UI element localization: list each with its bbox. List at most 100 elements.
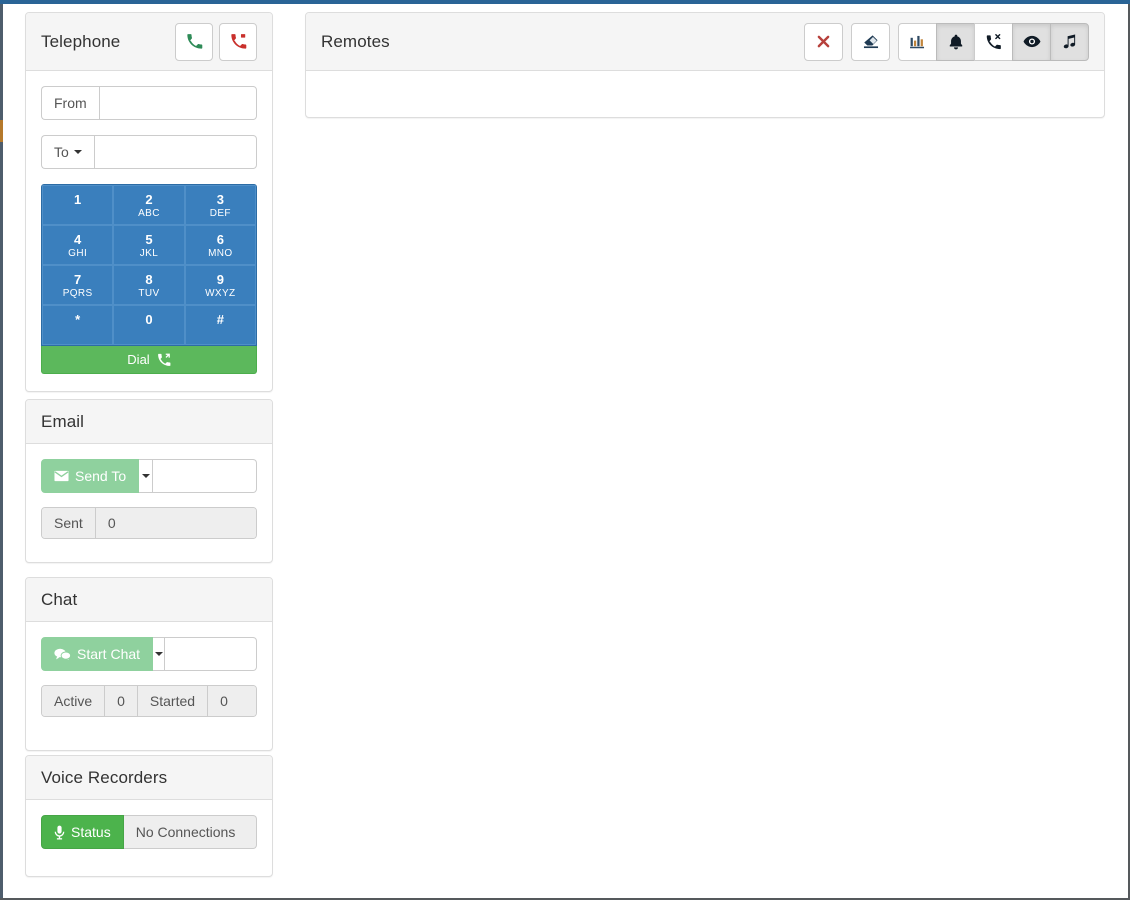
voice-recorder-status-button[interactable]: Status [41,815,124,849]
dialpad-key-digit: 4 [74,232,82,247]
dial-button-label: Dial [127,352,150,367]
chat-panel-title: Chat [41,589,78,609]
dialpad-key[interactable]: 1 [42,185,114,225]
monitor-button[interactable] [1012,22,1051,61]
send-to-button[interactable]: Send To [41,459,140,493]
email-send-row: Send To [41,459,257,493]
dialpad-key-letters: GHI [68,248,88,259]
envelope-icon [54,470,69,482]
from-field-group: From [41,86,257,120]
close-remote-button[interactable] [804,22,843,61]
start-chat-label: Start Chat [77,646,141,662]
caret-down-icon [141,474,150,478]
send-to-label: Send To [75,468,127,484]
dialpad-key[interactable]: # [184,305,256,345]
music-icon [1062,33,1077,50]
chat-panel-body: Start Chat Active 0 Started 0 [26,622,272,732]
telephone-header-actions [175,22,257,61]
remotes-toolbar-group-primary [804,22,843,61]
remotes-panel: Remotes [305,12,1105,118]
dialpad-key-letters: JKL [139,248,159,259]
alerts-button[interactable] [936,22,975,61]
dialpad-key-digit: # [216,312,224,327]
from-input[interactable] [98,86,257,120]
dialpad-key-digit: 7 [74,272,82,287]
chat-panel: Chat Start Chat Active 0 Started 0 [25,577,273,751]
voice-recorder-status-value: No Connections [123,815,257,849]
dialpad-key-digit: 1 [74,192,82,207]
chat-started-value: 0 [208,686,256,716]
hangup-call-button[interactable] [219,22,257,61]
dialpad-key[interactable]: 6 MNO [184,225,256,265]
start-chat-button[interactable]: Start Chat [41,637,154,671]
dialpad-key-letters: TUV [138,288,160,299]
remotes-panel-body [306,71,1104,118]
dialpad-key-digit: * [75,312,81,327]
dial-button[interactable]: Dial [41,346,257,374]
dialpad-key-digit: 5 [145,232,153,247]
to-input[interactable] [93,135,257,169]
remotes-toolbar [804,22,1089,61]
chat-recipient-dropdown-toggle[interactable] [153,637,166,671]
dialpad-key[interactable]: 2 ABC [113,185,185,225]
email-recipient-dropdown-toggle[interactable] [139,459,154,493]
dialpad-key-letters: WXYZ [205,288,236,299]
from-label: From [41,86,99,120]
music-on-hold-button[interactable] [1050,22,1089,61]
dialpad-key-letters: MNO [208,248,233,259]
email-panel-body: Send To Sent 0 [26,444,272,554]
phone-missed-icon [985,33,1002,50]
chat-active-value: 0 [105,686,138,716]
chat-panel-header: Chat [26,578,272,622]
comments-icon [54,648,71,661]
page-top-accent-bar [0,0,1130,4]
phone-outgoing-icon [157,353,171,367]
dialpad-key-letters: DEF [209,208,231,219]
eye-icon [1023,35,1041,48]
answer-call-button[interactable] [175,22,213,61]
dialpad-key[interactable]: 8 TUV [113,265,185,305]
voice-recorders-panel-body: Status No Connections [26,800,272,864]
remotes-toolbar-group-clear [851,22,890,61]
dialpad-key-digit: 8 [145,272,153,287]
dialpad-key[interactable]: 3 DEF [184,185,256,225]
dialpad-key-digit: 0 [145,312,153,327]
email-panel-header: Email [26,400,272,444]
telephone-panel-body: From To 1 2 ABC 3 DEF 4 GHI 5 JKL 6 MNO … [26,71,272,389]
caret-down-icon [73,150,82,154]
statistics-button[interactable] [898,22,937,61]
dialpad-key-digit: 6 [216,232,224,247]
email-recipient-input[interactable] [153,459,257,493]
remotes-toolbar-group-toggles [898,22,1089,61]
dialpad-key-digit: 2 [145,192,153,207]
dialpad-key[interactable]: 7 PQRS [42,265,114,305]
to-label: To [54,144,69,160]
dialpad-key[interactable]: 9 WXYZ [184,265,256,305]
phone-icon [186,33,203,50]
chat-recipient-input[interactable] [165,637,257,671]
times-icon [817,35,830,48]
dialpad-key[interactable]: 5 JKL [113,225,185,265]
dialpad-key[interactable]: 4 GHI [42,225,114,265]
caret-down-icon [154,652,163,656]
microphone-icon [54,825,65,840]
app-root: Telephone From To 1 2 ABC 3 DEF 4 GHI 5 … [0,0,1130,900]
email-sent-label: Sent [42,508,96,538]
dialpad-key[interactable]: * [42,305,114,345]
email-panel: Email Send To Sent 0 [25,399,273,563]
clear-remote-button[interactable] [851,22,890,61]
chat-start-row: Start Chat [41,637,257,671]
voice-recorders-panel: Voice Recorders Status No Connections [25,755,273,877]
dialpad-key[interactable]: 0 [113,305,185,345]
voice-recorders-status-group: Status No Connections [41,815,257,849]
dialpad-key-digit: 3 [216,192,224,207]
email-panel-title: Email [41,411,85,431]
to-dropdown-toggle[interactable]: To [41,135,94,169]
remotes-panel-header: Remotes [306,13,1104,71]
dialpad-key-digit: 9 [216,272,224,287]
telephone-panel-title: Telephone [41,31,121,51]
email-sent-value: 0 [95,508,256,538]
page-left-edge-accent [0,120,3,142]
missed-calls-button[interactable] [974,22,1013,61]
bar-chart-icon [910,35,925,49]
